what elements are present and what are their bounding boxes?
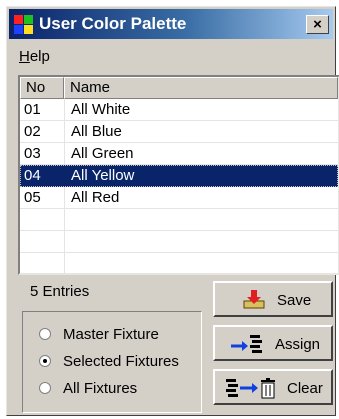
menu-help[interactable]: Help xyxy=(19,48,50,65)
row-number: 05 xyxy=(24,189,41,206)
row-number: 01 xyxy=(24,101,41,118)
row-gridline xyxy=(20,230,338,231)
list-row[interactable]: 01 All White xyxy=(20,99,338,121)
title-bar[interactable]: User Color Palette × xyxy=(9,9,333,39)
clear-label: Clear xyxy=(287,380,323,397)
column-header-name[interactable]: Name xyxy=(64,77,338,99)
save-label: Save xyxy=(277,292,312,309)
row-color-name: All White xyxy=(71,101,131,118)
color-list[interactable]: No Name 01 All White 02 All Blue 03 All Green… xyxy=(18,75,339,275)
radio-dot[interactable] xyxy=(39,328,51,340)
radio-label: All Fixtures xyxy=(63,380,138,397)
window-title: User Color Palette xyxy=(39,14,187,33)
radio-dot[interactable] xyxy=(39,355,51,367)
radio-label: Selected Fixtures xyxy=(63,353,179,370)
row-color-name: All Yellow xyxy=(71,167,135,184)
row-number: 04 xyxy=(24,167,41,184)
list-row[interactable]: 05 All Red xyxy=(20,187,338,209)
list-header: No Name xyxy=(20,77,338,99)
fixture-scope-group: Master Fixture Selected Fixtures All Fixtu… xyxy=(22,311,202,413)
list-row[interactable]: 04 All Yellow xyxy=(20,165,338,187)
row-number: 03 xyxy=(24,145,41,162)
close-button[interactable]: × xyxy=(306,15,329,34)
assign-arrow-icon xyxy=(231,335,262,353)
row-number: 02 xyxy=(24,123,41,140)
clear-button[interactable]: Clear xyxy=(213,369,333,405)
column-header-no[interactable]: No xyxy=(20,77,64,99)
row-gridline xyxy=(20,252,338,253)
clear-trash-icon xyxy=(226,378,275,399)
row-gridline xyxy=(20,274,338,275)
radio-label: Master Fixture xyxy=(63,326,159,343)
assign-button[interactable]: Assign xyxy=(213,325,333,361)
radio-all-fixtures[interactable]: All Fixtures xyxy=(39,380,137,397)
entries-count: 5 Entries xyxy=(30,283,90,300)
radio-master-fixture[interactable]: Master Fixture xyxy=(39,326,159,343)
radio-selected-fixtures[interactable]: Selected Fixtures xyxy=(39,353,179,370)
menu-bar: Help xyxy=(19,48,50,65)
list-row[interactable]: 03 All Green xyxy=(20,143,338,165)
list-row[interactable]: 02 All Blue xyxy=(20,121,338,143)
save-button[interactable]: Save xyxy=(213,281,333,317)
row-color-name: All Green xyxy=(71,145,134,162)
save-icon xyxy=(243,290,265,309)
list-body: 01 All White 02 All Blue 03 All Green 04 All Ye… xyxy=(20,99,338,273)
row-color-name: All Red xyxy=(71,189,120,206)
user-color-palette-window: User Color Palette × Help No Name 01 All … xyxy=(6,6,339,416)
radio-dot[interactable] xyxy=(39,382,51,394)
palette-icon xyxy=(14,15,33,34)
row-color-name: All Blue xyxy=(71,123,122,140)
assign-label: Assign xyxy=(275,336,321,353)
